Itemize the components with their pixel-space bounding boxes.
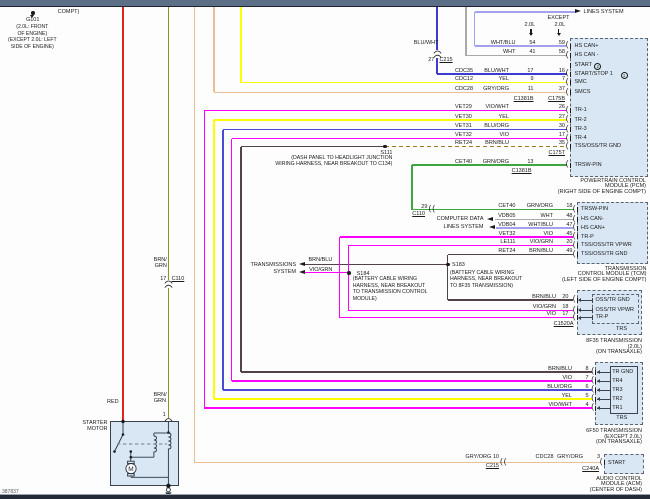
svg-text:M: M (128, 466, 133, 473)
